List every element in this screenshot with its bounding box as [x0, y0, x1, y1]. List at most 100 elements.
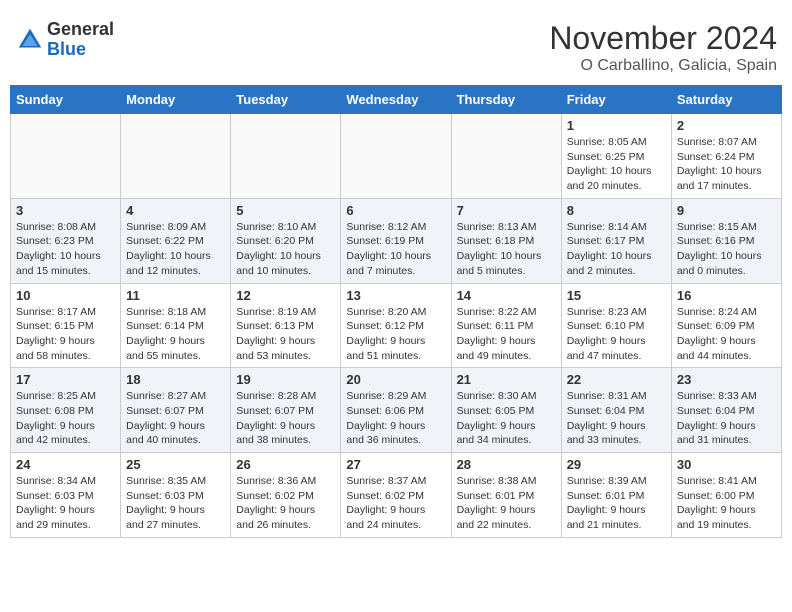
day-number: 6	[346, 203, 445, 218]
day-number: 11	[126, 288, 225, 303]
day-number: 10	[16, 288, 115, 303]
day-info: Sunrise: 8:31 AM Sunset: 6:04 PM Dayligh…	[567, 389, 666, 448]
week-row-5: 24Sunrise: 8:34 AM Sunset: 6:03 PM Dayli…	[11, 453, 782, 538]
calendar-cell: 11 Sunrise: 8:18 AM Sunset: 6:14 PM Dayli…	[121, 283, 231, 368]
day-info: Sunrise: 8:20 AM Sunset: 6:12 PM Dayligh…	[346, 305, 445, 364]
day-number: 3	[16, 203, 115, 218]
calendar-cell: 18 Sunrise: 8:27 AM Sunset: 6:07 PM Dayli…	[121, 368, 231, 453]
weekday-header-sunday: Sunday	[11, 86, 121, 114]
day-number: 14	[457, 288, 556, 303]
day-number: 23	[677, 372, 776, 387]
day-info: Sunrise: 8:36 AM Sunset: 6:02 PM Dayligh…	[236, 474, 335, 533]
day-number: 16	[677, 288, 776, 303]
day-number: 17	[16, 372, 115, 387]
weekday-header-monday: Monday	[121, 86, 231, 114]
day-number: 15	[567, 288, 666, 303]
day-number: 4	[126, 203, 225, 218]
day-number: 25	[126, 457, 225, 472]
logo-blue: Blue	[47, 40, 114, 60]
week-row-1: 1 Sunrise: 8:05 AM Sunset: 6:25 PM Daylig…	[11, 114, 782, 199]
day-number: 27	[346, 457, 445, 472]
calendar-cell: 29Sunrise: 8:39 AM Sunset: 6:01 PM Dayli…	[561, 453, 671, 538]
day-number: 12	[236, 288, 335, 303]
calendar-cell: 6 Sunrise: 8:12 AM Sunset: 6:19 PM Daylig…	[341, 198, 451, 283]
calendar-cell	[341, 114, 451, 199]
calendar-cell: 16 Sunrise: 8:24 AM Sunset: 6:09 PM Dayli…	[671, 283, 781, 368]
day-info: Sunrise: 8:27 AM Sunset: 6:07 PM Dayligh…	[126, 389, 225, 448]
calendar-cell: 28 Sunrise: 8:38 AM Sunset: 6:01 PM Dayli…	[451, 453, 561, 538]
week-row-2: 3 Sunrise: 8:08 AM Sunset: 6:23 PM Daylig…	[11, 198, 782, 283]
day-info: Sunrise: 8:41 AM Sunset: 6:00 PM Dayligh…	[677, 474, 776, 533]
calendar-cell: 15 Sunrise: 8:23 AM Sunset: 6:10 PM Dayli…	[561, 283, 671, 368]
day-number: 22	[567, 372, 666, 387]
day-number: 26	[236, 457, 335, 472]
logo: General Blue	[15, 20, 114, 60]
day-info: Sunrise: 8:19 AM Sunset: 6:13 PM Dayligh…	[236, 305, 335, 364]
day-number: 13	[346, 288, 445, 303]
calendar-cell: 14 Sunrise: 8:22 AM Sunset: 6:11 PM Dayli…	[451, 283, 561, 368]
day-info: Sunrise: 8:17 AM Sunset: 6:15 PM Dayligh…	[16, 305, 115, 364]
day-number: 9	[677, 203, 776, 218]
day-info: Sunrise: 8:38 AM Sunset: 6:01 PM Dayligh…	[457, 474, 556, 533]
calendar-cell: 4Sunrise: 8:09 AM Sunset: 6:22 PM Daylig…	[121, 198, 231, 283]
day-number: 20	[346, 372, 445, 387]
day-info: Sunrise: 8:33 AM Sunset: 6:04 PM Dayligh…	[677, 389, 776, 448]
weekday-header-thursday: Thursday	[451, 86, 561, 114]
day-info: Sunrise: 8:29 AM Sunset: 6:06 PM Dayligh…	[346, 389, 445, 448]
weekday-header-tuesday: Tuesday	[231, 86, 341, 114]
day-number: 28	[457, 457, 556, 472]
day-info: Sunrise: 8:13 AM Sunset: 6:18 PM Dayligh…	[457, 220, 556, 279]
day-number: 21	[457, 372, 556, 387]
day-number: 18	[126, 372, 225, 387]
day-info: Sunrise: 8:05 AM Sunset: 6:25 PM Dayligh…	[567, 135, 666, 194]
calendar-cell: 1 Sunrise: 8:05 AM Sunset: 6:25 PM Daylig…	[561, 114, 671, 199]
day-info: Sunrise: 8:35 AM Sunset: 6:03 PM Dayligh…	[126, 474, 225, 533]
day-info: Sunrise: 8:39 AM Sunset: 6:01 PM Dayligh…	[567, 474, 666, 533]
calendar-cell: 17Sunrise: 8:25 AM Sunset: 6:08 PM Dayli…	[11, 368, 121, 453]
calendar-cell: 30Sunrise: 8:41 AM Sunset: 6:00 PM Dayli…	[671, 453, 781, 538]
day-info: Sunrise: 8:24 AM Sunset: 6:09 PM Dayligh…	[677, 305, 776, 364]
weekday-header-row: SundayMondayTuesdayWednesdayThursdayFrid…	[11, 86, 782, 114]
calendar-cell: 25 Sunrise: 8:35 AM Sunset: 6:03 PM Dayli…	[121, 453, 231, 538]
calendar-cell: 13 Sunrise: 8:20 AM Sunset: 6:12 PM Dayli…	[341, 283, 451, 368]
title-section: November 2024 O Carballino, Galicia, Spa…	[549, 20, 777, 75]
weekday-header-friday: Friday	[561, 86, 671, 114]
calendar-cell	[231, 114, 341, 199]
day-info: Sunrise: 8:28 AM Sunset: 6:07 PM Dayligh…	[236, 389, 335, 448]
day-number: 7	[457, 203, 556, 218]
day-info: Sunrise: 8:08 AM Sunset: 6:23 PM Dayligh…	[16, 220, 115, 279]
day-info: Sunrise: 8:37 AM Sunset: 6:02 PM Dayligh…	[346, 474, 445, 533]
day-info: Sunrise: 8:18 AM Sunset: 6:14 PM Dayligh…	[126, 305, 225, 364]
calendar-cell: 22 Sunrise: 8:31 AM Sunset: 6:04 PM Dayli…	[561, 368, 671, 453]
calendar-cell: 24Sunrise: 8:34 AM Sunset: 6:03 PM Dayli…	[11, 453, 121, 538]
calendar-cell: 20 Sunrise: 8:29 AM Sunset: 6:06 PM Dayli…	[341, 368, 451, 453]
day-info: Sunrise: 8:22 AM Sunset: 6:11 PM Dayligh…	[457, 305, 556, 364]
calendar-cell: 27 Sunrise: 8:37 AM Sunset: 6:02 PM Dayli…	[341, 453, 451, 538]
calendar-cell: 21 Sunrise: 8:30 AM Sunset: 6:05 PM Dayli…	[451, 368, 561, 453]
day-info: Sunrise: 8:30 AM Sunset: 6:05 PM Dayligh…	[457, 389, 556, 448]
day-info: Sunrise: 8:12 AM Sunset: 6:19 PM Dayligh…	[346, 220, 445, 279]
day-number: 8	[567, 203, 666, 218]
day-info: Sunrise: 8:34 AM Sunset: 6:03 PM Dayligh…	[16, 474, 115, 533]
logo-icon	[15, 25, 45, 55]
calendar-cell: 12 Sunrise: 8:19 AM Sunset: 6:13 PM Dayli…	[231, 283, 341, 368]
calendar-cell: 26 Sunrise: 8:36 AM Sunset: 6:02 PM Dayli…	[231, 453, 341, 538]
day-info: Sunrise: 8:14 AM Sunset: 6:17 PM Dayligh…	[567, 220, 666, 279]
day-info: Sunrise: 8:10 AM Sunset: 6:20 PM Dayligh…	[236, 220, 335, 279]
day-number: 5	[236, 203, 335, 218]
calendar-cell: 19 Sunrise: 8:28 AM Sunset: 6:07 PM Dayli…	[231, 368, 341, 453]
calendar-cell: 7 Sunrise: 8:13 AM Sunset: 6:18 PM Daylig…	[451, 198, 561, 283]
calendar-cell: 2Sunrise: 8:07 AM Sunset: 6:24 PM Daylig…	[671, 114, 781, 199]
calendar-cell: 9Sunrise: 8:15 AM Sunset: 6:16 PM Daylig…	[671, 198, 781, 283]
page-header: General Blue November 2024 O Carballino,…	[10, 10, 782, 80]
day-number: 1	[567, 118, 666, 133]
day-number: 19	[236, 372, 335, 387]
day-info: Sunrise: 8:23 AM Sunset: 6:10 PM Dayligh…	[567, 305, 666, 364]
calendar-cell	[451, 114, 561, 199]
location: O Carballino, Galicia, Spain	[549, 57, 777, 75]
week-row-3: 10 Sunrise: 8:17 AM Sunset: 6:15 PM Dayli…	[11, 283, 782, 368]
day-info: Sunrise: 8:07 AM Sunset: 6:24 PM Dayligh…	[677, 135, 776, 194]
calendar-cell: 3 Sunrise: 8:08 AM Sunset: 6:23 PM Daylig…	[11, 198, 121, 283]
calendar-cell	[11, 114, 121, 199]
calendar-cell: 23 Sunrise: 8:33 AM Sunset: 6:04 PM Dayli…	[671, 368, 781, 453]
